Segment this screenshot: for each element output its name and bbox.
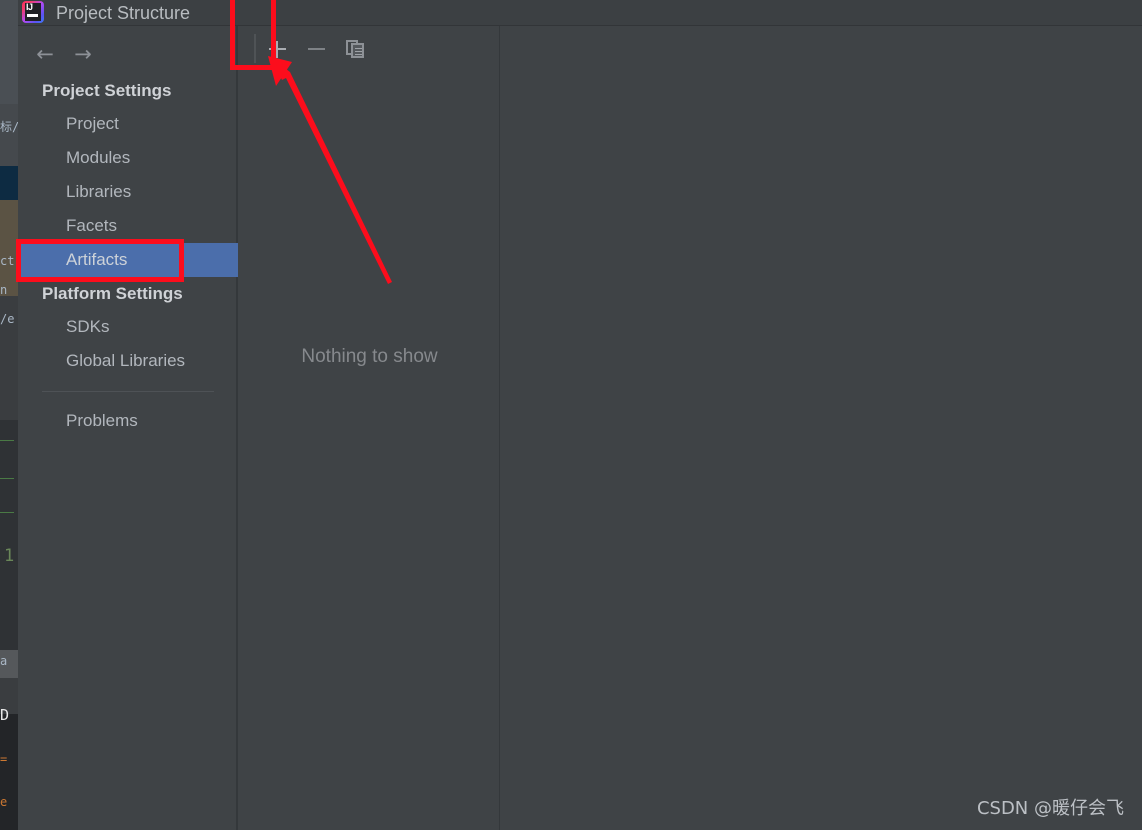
group-header-project-settings: Project Settings bbox=[42, 81, 172, 100]
navigation-bar: ← → bbox=[18, 36, 238, 72]
ide-fragment: n bbox=[0, 283, 8, 297]
remove-artifact-button[interactable] bbox=[301, 34, 331, 64]
ide-fragment: = bbox=[0, 752, 8, 766]
sidebar-item-artifacts[interactable]: Artifacts bbox=[18, 243, 238, 277]
dialog-title: Project Structure bbox=[56, 3, 191, 23]
ide-fragment: 1 bbox=[4, 546, 15, 566]
sidebar-item-sdks[interactable]: SDKs bbox=[18, 310, 238, 344]
forward-arrow-icon[interactable]: → bbox=[70, 42, 96, 66]
sidebar-item-project[interactable]: Project bbox=[18, 107, 238, 141]
ide-fragment: e bbox=[0, 795, 8, 809]
artifacts-toolbar bbox=[240, 26, 499, 70]
artifacts-list-pane: Nothing to show bbox=[240, 26, 500, 830]
sidebar-item-problems[interactable]: Problems bbox=[18, 404, 238, 438]
intellij-idea-icon-label: IJ bbox=[26, 2, 33, 12]
dialog-titlebar: IJ Project Structure bbox=[18, 0, 1142, 26]
sidebar-item-facets[interactable]: Facets bbox=[18, 209, 238, 243]
ide-fragment: a bbox=[0, 654, 8, 668]
ide-fragment: D bbox=[0, 706, 10, 724]
group-header-platform-settings: Platform Settings bbox=[42, 284, 183, 303]
sidebar-item-libraries[interactable]: Libraries bbox=[18, 175, 238, 209]
empty-state-message: Nothing to show bbox=[301, 346, 438, 367]
settings-tree: Project Settings Project Modules Librari… bbox=[18, 74, 238, 438]
ide-fragment: 标/ bbox=[0, 120, 18, 134]
copy-artifact-button[interactable] bbox=[340, 34, 370, 64]
sidebar-item-global-libraries[interactable]: Global Libraries bbox=[18, 344, 238, 378]
ide-fragment: /e bbox=[0, 312, 15, 326]
toolbar-separator bbox=[254, 34, 256, 63]
add-artifact-button[interactable] bbox=[262, 34, 292, 64]
project-structure-dialog: IJ Project Structure ← → Project Setting… bbox=[18, 0, 1142, 830]
sidebar-divider bbox=[42, 391, 214, 392]
settings-sidebar: ← → Project Settings Project Modules Lib… bbox=[18, 26, 238, 830]
screenshot-root: 标/ ct n /e 1 a D = e IJ Project Structur… bbox=[0, 0, 1142, 830]
intellij-idea-icon: IJ bbox=[22, 1, 44, 23]
artifact-editor-pane bbox=[500, 26, 1142, 830]
background-ide-strip: 标/ ct n /e 1 a D = e bbox=[0, 0, 18, 830]
ide-fragment: ct bbox=[0, 254, 15, 268]
sidebar-item-modules[interactable]: Modules bbox=[18, 141, 238, 175]
back-arrow-icon[interactable]: ← bbox=[32, 42, 58, 66]
csdn-watermark: CSDN @暖仔会飞 bbox=[976, 798, 1124, 819]
